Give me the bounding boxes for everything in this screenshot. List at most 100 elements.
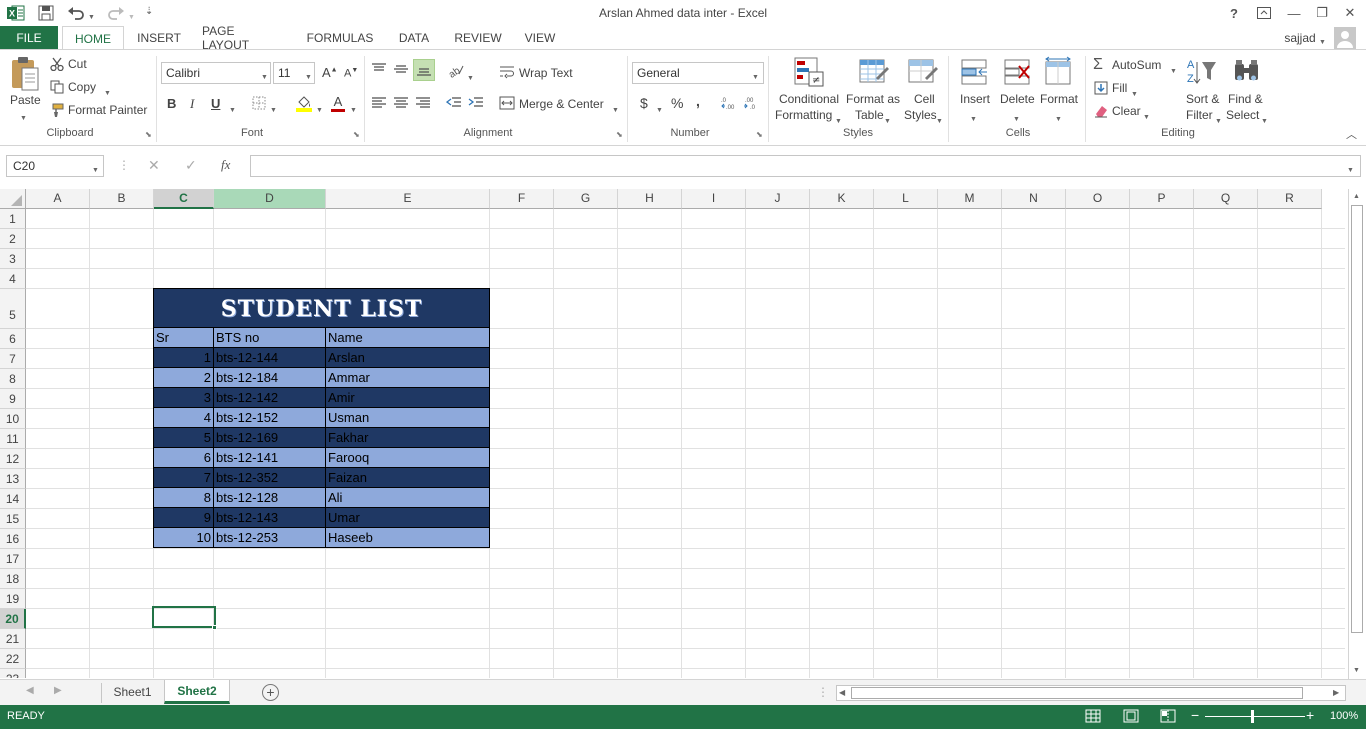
- avatar[interactable]: [1334, 27, 1356, 49]
- insert-function-icon[interactable]: fx: [221, 157, 230, 173]
- cell-styles-label-2[interactable]: Styles: [904, 108, 937, 122]
- row-header-11[interactable]: 11: [0, 429, 26, 449]
- next-sheet-icon[interactable]: ▶: [54, 685, 62, 696]
- font-size-dropdown-icon[interactable]: ▼: [305, 68, 312, 82]
- page-break-view-icon[interactable]: [1160, 709, 1176, 726]
- row-header-22[interactable]: 22: [0, 649, 26, 669]
- active-cell-c20[interactable]: [152, 606, 216, 628]
- table-cell[interactable]: 1: [153, 348, 214, 368]
- zoom-slider-track[interactable]: [1205, 716, 1305, 717]
- sheet-tab-sheet1[interactable]: Sheet1: [101, 683, 163, 703]
- minimize-button[interactable]: —: [1281, 2, 1307, 24]
- underline-button[interactable]: U: [211, 96, 220, 111]
- vertical-scrollbar[interactable]: ▲ ▼: [1348, 189, 1366, 679]
- table-cell[interactable]: 3: [153, 388, 214, 408]
- find-select-label-1[interactable]: Find &: [1228, 92, 1263, 106]
- scroll-left-icon[interactable]: ◀: [839, 688, 845, 697]
- table-cell[interactable]: bts-12-184: [214, 368, 326, 388]
- table-cell[interactable]: Arslan: [326, 348, 490, 368]
- clear-dropdown-icon[interactable]: ▼: [1143, 108, 1150, 122]
- table-cell[interactable]: bts-12-142: [214, 388, 326, 408]
- select-all-corner[interactable]: [0, 189, 26, 209]
- sort-filter-dropdown-icon[interactable]: ▼: [1215, 112, 1222, 126]
- sort-filter-icon[interactable]: AZ: [1186, 56, 1218, 91]
- name-box[interactable]: C20: [6, 155, 104, 177]
- row-header-3[interactable]: 3: [0, 249, 26, 269]
- tab-insert[interactable]: INSERT: [137, 26, 181, 50]
- row-header-5[interactable]: 5: [0, 289, 26, 329]
- column-header-g[interactable]: G: [554, 189, 618, 209]
- column-header-b[interactable]: B: [90, 189, 154, 209]
- table-cell[interactable]: Farooq: [326, 448, 490, 468]
- clear-button[interactable]: Clear: [1112, 104, 1141, 118]
- zoom-out-icon[interactable]: −: [1191, 707, 1199, 723]
- fill-icon[interactable]: [1094, 81, 1108, 98]
- row-header-10[interactable]: 10: [0, 409, 26, 429]
- row-header-17[interactable]: 17: [0, 549, 26, 569]
- restore-button[interactable]: ❐: [1309, 2, 1335, 24]
- number-launcher-icon[interactable]: ⬊: [756, 130, 763, 139]
- row-header-9[interactable]: 9: [0, 389, 26, 409]
- find-select-label-2[interactable]: Select: [1226, 108, 1259, 122]
- column-header-p[interactable]: P: [1130, 189, 1194, 209]
- table-title-cell[interactable]: STUDENT LIST: [153, 288, 490, 328]
- copy-button[interactable]: Copy: [68, 80, 96, 94]
- sheet-tab-sheet2[interactable]: Sheet2: [164, 680, 230, 704]
- column-header-l[interactable]: L: [874, 189, 938, 209]
- confirm-entry-icon[interactable]: ✓: [185, 157, 197, 174]
- formula-input[interactable]: [250, 155, 1361, 177]
- column-header-r[interactable]: R: [1258, 189, 1322, 209]
- middle-align-icon[interactable]: [393, 62, 409, 79]
- merge-center-dropdown-icon[interactable]: ▼: [612, 101, 619, 115]
- orientation-icon[interactable]: ab: [447, 62, 465, 81]
- expand-formula-bar-icon[interactable]: ▼: [1347, 161, 1354, 175]
- tab-formulas[interactable]: FORMULAS: [306, 26, 374, 50]
- cell-styles-label-1[interactable]: Cell: [914, 92, 935, 106]
- row-header-15[interactable]: 15: [0, 509, 26, 529]
- cell-styles-dropdown-icon[interactable]: ▼: [936, 112, 943, 126]
- copy-dropdown-icon[interactable]: ▼: [104, 84, 111, 98]
- paste-icon[interactable]: [8, 56, 42, 94]
- fill-dropdown-icon[interactable]: ▼: [1131, 85, 1138, 99]
- format-painter-button[interactable]: Format Painter: [68, 103, 147, 117]
- decrease-indent-icon[interactable]: [445, 96, 462, 113]
- font-color-dropdown-icon[interactable]: ▼: [350, 101, 357, 115]
- format-as-table-dropdown-icon[interactable]: ▼: [884, 112, 891, 126]
- zoom-in-icon[interactable]: +: [1306, 707, 1314, 723]
- zoom-level[interactable]: 100%: [1330, 710, 1358, 722]
- clipboard-launcher-icon[interactable]: ⬊: [145, 130, 152, 139]
- scroll-up-icon[interactable]: ▲: [1353, 193, 1360, 200]
- table-cell[interactable]: 4: [153, 408, 214, 428]
- column-header-o[interactable]: O: [1066, 189, 1130, 209]
- format-as-table-label-1[interactable]: Format as: [846, 92, 900, 106]
- delete-dropdown-icon[interactable]: ▼: [1013, 110, 1020, 124]
- alignment-launcher-icon[interactable]: ⬊: [616, 130, 623, 139]
- table-cell[interactable]: bts-12-169: [214, 428, 326, 448]
- table-cell[interactable]: bts-12-143: [214, 508, 326, 528]
- vertical-scroll-thumb[interactable]: [1351, 205, 1363, 633]
- merge-center-button[interactable]: Merge & Center: [519, 97, 604, 111]
- format-dropdown-icon[interactable]: ▼: [1055, 110, 1062, 124]
- row-header-20[interactable]: 20: [0, 609, 26, 629]
- autosum-icon[interactable]: Σ: [1093, 56, 1103, 74]
- paste-button[interactable]: Paste: [10, 93, 41, 107]
- increase-decimal-icon[interactable]: .0.00: [721, 96, 739, 113]
- table-cell[interactable]: Ammar: [326, 368, 490, 388]
- row-header-6[interactable]: 6: [0, 329, 26, 349]
- top-align-icon[interactable]: [371, 62, 387, 79]
- insert-cells-icon[interactable]: [959, 56, 989, 91]
- zoom-slider-thumb[interactable]: [1251, 710, 1254, 723]
- italic-button[interactable]: I: [190, 96, 194, 112]
- row-header-14[interactable]: 14: [0, 489, 26, 509]
- bottom-align-icon[interactable]: [413, 59, 435, 81]
- autosum-dropdown-icon[interactable]: ▼: [1170, 62, 1177, 76]
- conditional-formatting-label-2[interactable]: Formatting: [775, 108, 832, 122]
- increase-indent-icon[interactable]: [468, 96, 484, 113]
- row-header-13[interactable]: 13: [0, 469, 26, 489]
- format-cells-button[interactable]: Format: [1040, 92, 1078, 106]
- column-header-d[interactable]: D: [214, 189, 326, 209]
- horizontal-scrollbar[interactable]: ◀ ▶: [836, 685, 1346, 701]
- cut-icon[interactable]: [50, 57, 64, 74]
- tab-file[interactable]: FILE: [0, 26, 58, 50]
- column-header-f[interactable]: F: [490, 189, 554, 209]
